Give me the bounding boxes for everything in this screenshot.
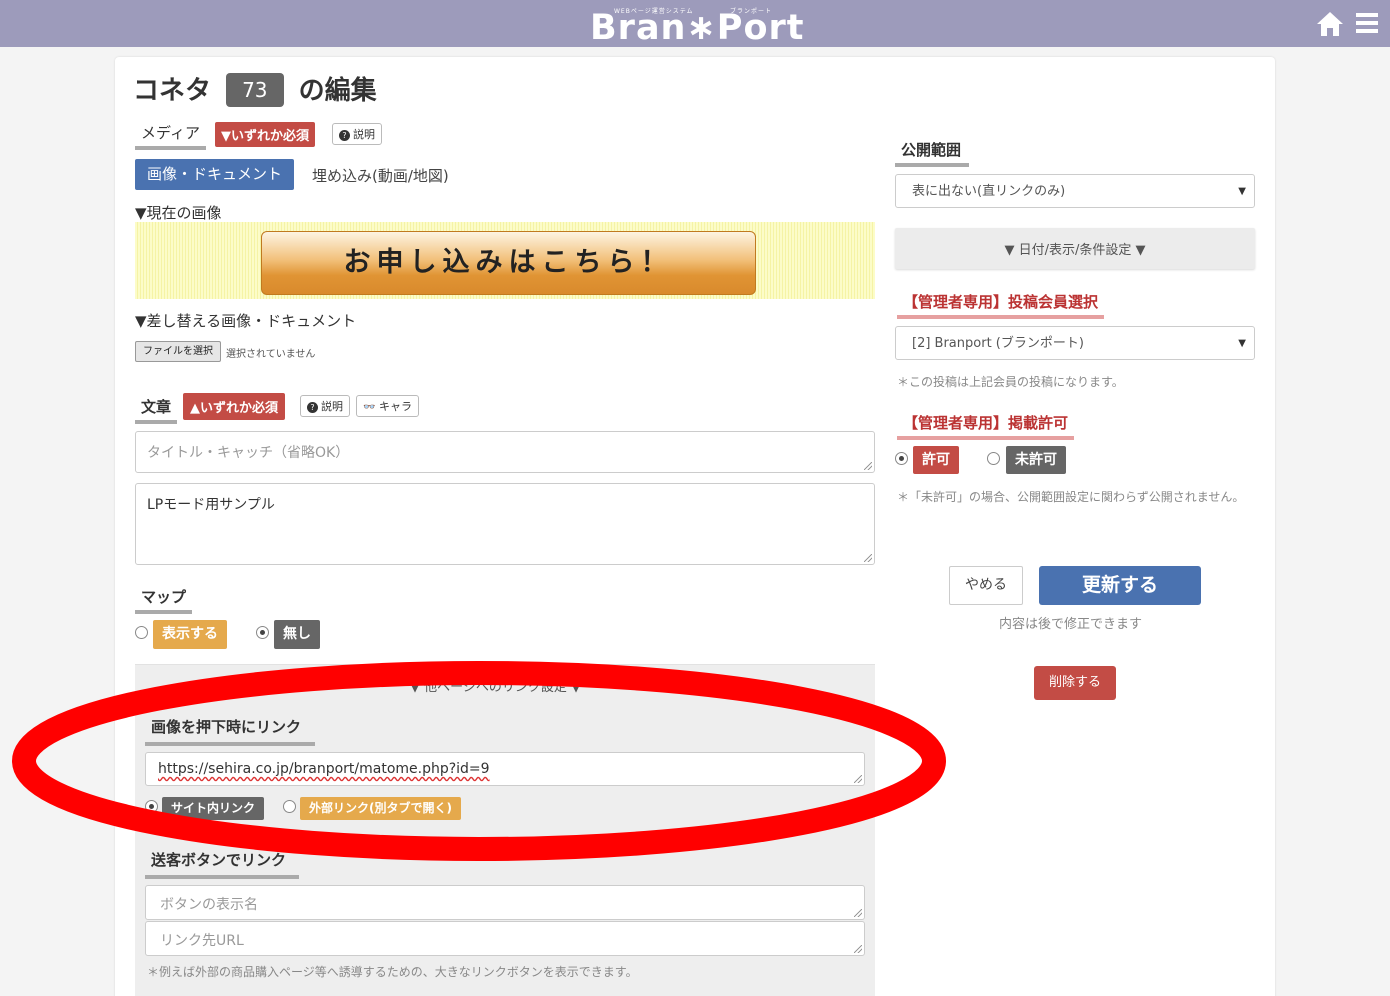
permission-note: ＊「未許可」の場合、公開範囲設定に関わらず公開されません。 — [897, 490, 1245, 504]
member-note: ＊この投稿は上記会員の投稿になります。 — [897, 375, 1124, 389]
allow-radio[interactable] — [895, 452, 908, 465]
item-number-badge: 73 — [226, 72, 284, 107]
media-help-button[interactable]: ? 説明 — [332, 123, 382, 145]
page-title: コネタ 73 の編集 — [133, 70, 377, 109]
deny-radio[interactable] — [987, 452, 1000, 465]
map-label: マップ — [135, 586, 193, 614]
media-help-label: 説明 — [353, 128, 375, 141]
tab-image-document[interactable]: 画像・ドキュメント — [135, 159, 295, 190]
visibility-select[interactable]: 表に出ない(直リンクのみ) ▼ — [895, 174, 1255, 208]
apply-banner-image: お申し込みはこちら！ — [261, 231, 756, 295]
media-label: メディア — [135, 122, 206, 150]
title-suffix: の編集 — [298, 76, 377, 106]
text-help-button[interactable]: ? 説明 — [300, 395, 350, 417]
text-label: 文章 — [135, 396, 178, 424]
text-help-label: 説明 — [321, 400, 343, 413]
resize-grip-icon[interactable] — [864, 554, 872, 562]
update-button[interactable]: 更新する — [1039, 566, 1201, 605]
tab-embed[interactable]: 埋め込み(動画/地図) — [312, 165, 449, 186]
visibility-label: 公開範囲 — [895, 139, 969, 167]
button-name-placeholder: ボタンの表示名 — [160, 897, 258, 913]
delete-button[interactable]: 削除する — [1034, 666, 1116, 700]
member-select-label: 【管理者専用】投稿会員選択 — [897, 291, 1105, 319]
deny-option[interactable]: 未許可 — [1006, 446, 1066, 474]
replace-image-label: ▼差し替える画像・ドキュメント — [135, 312, 357, 330]
resize-grip-icon[interactable] — [864, 462, 872, 470]
home-icon[interactable] — [1316, 10, 1344, 38]
update-note: 内容は後で修正できます — [999, 617, 1143, 632]
link-url-placeholder: リンク先URL — [160, 933, 244, 949]
media-required-badge: ▼いずれか必須 — [215, 122, 315, 147]
annotation-ellipse — [12, 661, 946, 861]
permission-label: 【管理者専用】掲載許可 — [897, 412, 1075, 440]
current-image-label: ▼現在の画像 — [135, 204, 222, 222]
question-icon: ? — [339, 130, 350, 141]
title-prefix: コネタ — [133, 76, 212, 106]
branport-logo[interactable]: WEBページ運営システム ブランポート Bran∗Port — [590, 2, 805, 48]
map-none-option[interactable]: 無し — [274, 620, 320, 649]
cancel-button[interactable]: やめる — [949, 566, 1023, 605]
button-name-input[interactable]: ボタンの表示名 — [145, 885, 865, 920]
logo-name: Bran∗Port — [590, 8, 805, 48]
conditions-toggle-bar[interactable]: ▼ 日付/表示/条件設定 ▼ — [895, 228, 1255, 269]
map-none-radio[interactable] — [256, 626, 269, 639]
title-catch-input[interactable]: タイトル・キャッチ（省略OK） — [135, 431, 875, 473]
chara-label: キャラ — [378, 400, 412, 413]
resize-grip-icon[interactable] — [854, 945, 862, 953]
file-select-button[interactable]: ファイルを選択 — [135, 341, 221, 362]
glasses-icon: 👓 — [363, 402, 376, 413]
chara-button[interactable]: 👓 キャラ — [356, 395, 419, 417]
body-text-input[interactable]: LPモード用サンプル — [135, 483, 875, 565]
hamburger-menu-icon[interactable] — [1356, 13, 1378, 35]
send-button-note: ＊例えば外部の商品購入ページ等へ誘導するための、大きなリンクボタンを表示できます… — [147, 965, 638, 979]
top-bar: WEBページ運営システム ブランポート Bran∗Port — [0, 0, 1390, 48]
allow-option[interactable]: 許可 — [913, 446, 959, 474]
member-value: [2] Branport (ブランポート) — [912, 336, 1084, 351]
visibility-value: 表に出ない(直リンクのみ) — [912, 184, 1066, 199]
file-status-text: 選択されていません — [226, 349, 316, 360]
conditions-toggle: ▼ 日付/表示/条件設定 ▼ — [1004, 243, 1146, 258]
text-required-badge: ▲いずれか必須 — [183, 393, 285, 420]
resize-grip-icon[interactable] — [854, 909, 862, 917]
caret-down-icon: ▼ — [1238, 338, 1246, 349]
member-select[interactable]: [2] Branport (ブランポート) ▼ — [895, 326, 1255, 360]
caret-down-icon: ▼ — [1238, 186, 1246, 197]
map-show-option[interactable]: 表示する — [153, 620, 227, 649]
question-icon: ? — [307, 402, 318, 413]
map-show-radio[interactable] — [135, 626, 148, 639]
title-catch-placeholder: タイトル・キャッチ（省略OK） — [147, 445, 350, 461]
body-text-value: LPモード用サンプル — [147, 497, 275, 513]
link-url-input[interactable]: リンク先URL — [145, 921, 865, 956]
